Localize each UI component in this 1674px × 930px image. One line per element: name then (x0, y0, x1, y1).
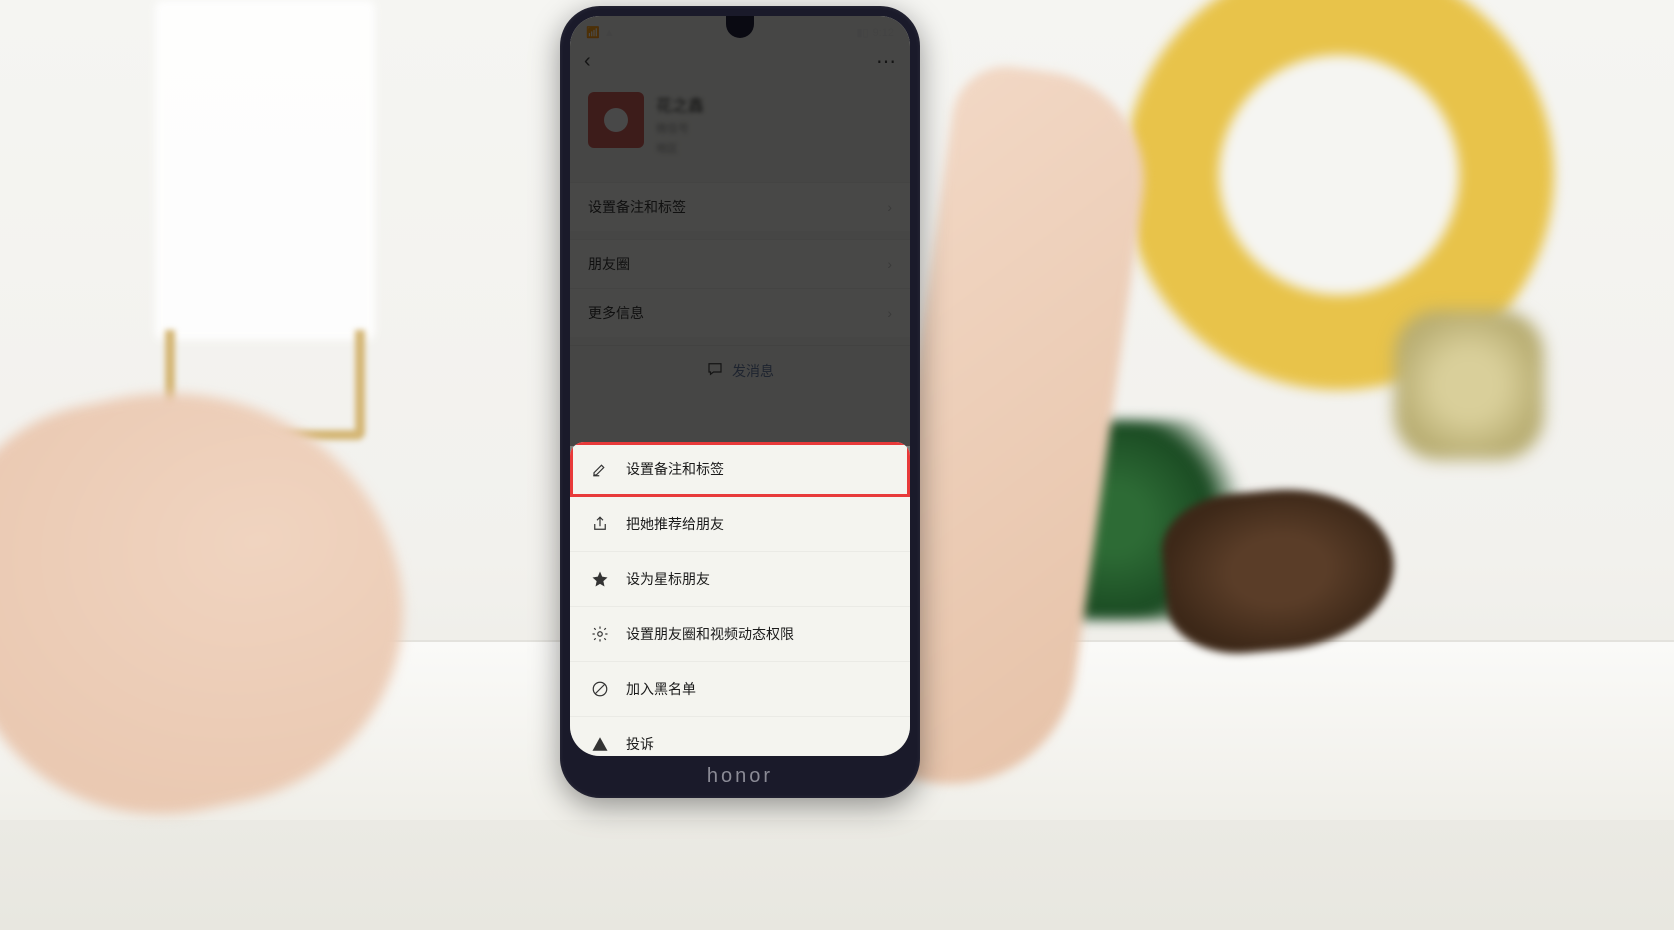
sheet-item-label: 把她推荐给朋友 (626, 514, 724, 534)
sheet-item-label: 投诉 (626, 734, 654, 754)
sheet-item-report[interactable]: 投诉 (570, 717, 910, 756)
background-pinecone (1157, 480, 1400, 659)
background-planter (155, 0, 375, 340)
warning-icon (590, 734, 610, 754)
edit-icon (590, 459, 610, 479)
background-star-prop (1394, 310, 1544, 460)
sheet-item-recommend[interactable]: 把她推荐给朋友 (570, 497, 910, 552)
sheet-item-label: 设置朋友圈和视频动态权限 (626, 624, 794, 644)
sheet-item-label: 设为星标朋友 (626, 569, 710, 589)
action-sheet: 设置备注和标签 把她推荐给朋友 设为星标朋友 设置朋友圈和视频动态权限 (570, 442, 910, 756)
phone-screen: 📶 ▲ ▮▯ 9:12 ‹ ⋯ 花之鑫 微信号 地区 (570, 16, 910, 756)
phone-brand-label: honor (560, 765, 920, 788)
sheet-item-set-remark[interactable]: 设置备注和标签 (570, 442, 910, 497)
sheet-item-label: 设置备注和标签 (626, 459, 724, 479)
sheet-item-star[interactable]: 设为星标朋友 (570, 552, 910, 607)
block-icon (590, 679, 610, 699)
settings-icon (590, 624, 610, 644)
phone-device: 📶 ▲ ▮▯ 9:12 ‹ ⋯ 花之鑫 微信号 地区 (560, 6, 920, 798)
sheet-item-privacy[interactable]: 设置朋友圈和视频动态权限 (570, 607, 910, 662)
sheet-item-label: 加入黑名单 (626, 679, 696, 699)
star-icon (590, 569, 610, 589)
sheet-item-block[interactable]: 加入黑名单 (570, 662, 910, 717)
share-icon (590, 514, 610, 534)
